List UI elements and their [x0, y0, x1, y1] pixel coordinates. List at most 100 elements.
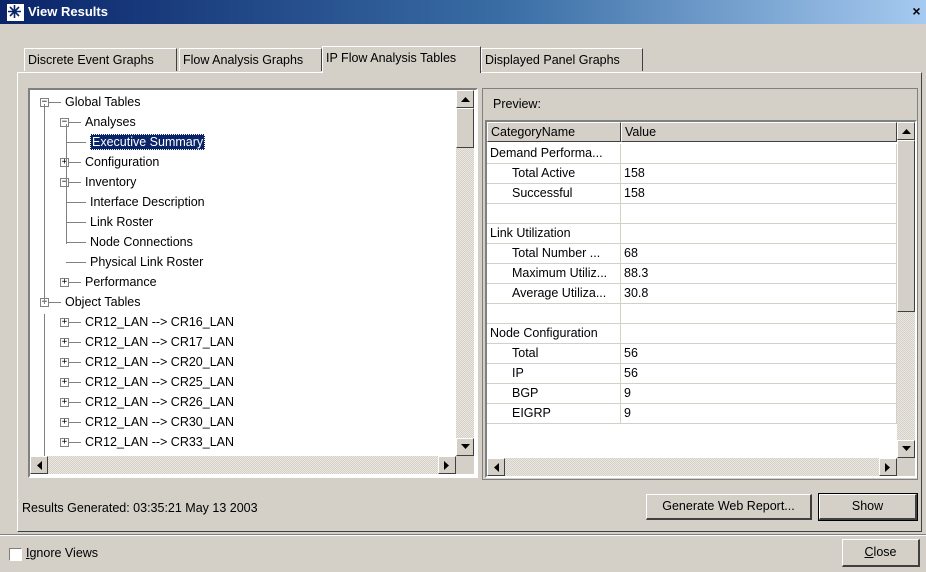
- preview-scroll-thumb[interactable]: [897, 140, 915, 312]
- table-cell-value[interactable]: 158: [621, 184, 897, 204]
- table-cell-category[interactable]: [487, 204, 621, 224]
- tree-scroll-thumb[interactable]: [456, 108, 474, 148]
- tree-item[interactable]: CR12_LAN --> CR25_LAN: [85, 374, 234, 390]
- table-cell-value[interactable]: [621, 204, 897, 224]
- scroll-right-arrow-icon[interactable]: [438, 456, 456, 474]
- table-cell-value[interactable]: [621, 144, 897, 164]
- preview-vertical-scrollbar[interactable]: [897, 122, 915, 458]
- tree-item-selected[interactable]: Executive Summary: [90, 134, 206, 150]
- tree-item[interactable]: CR12_LAN --> CR30_LAN: [85, 414, 234, 430]
- table-cell-category[interactable]: IP: [487, 364, 621, 384]
- tree-view[interactable]: − Global Tables − Analyses Executive Summary…: [28, 88, 478, 478]
- table-cell-value[interactable]: 9: [621, 384, 897, 404]
- table-cell-category[interactable]: EIGRP: [487, 404, 621, 424]
- tree-expander-icon[interactable]: +: [60, 358, 69, 367]
- scroll-left-arrow-icon[interactable]: [487, 458, 505, 476]
- tree-expander-glyph: +: [61, 397, 68, 407]
- tree-item[interactable]: CR12_LAN --> CR16_LAN: [85, 314, 234, 330]
- table-cell-value[interactable]: 9: [621, 404, 897, 424]
- tree-item[interactable]: Global Tables: [65, 94, 141, 110]
- scroll-down-arrow-icon[interactable]: [456, 438, 474, 456]
- tree-item[interactable]: Interface Description: [90, 194, 205, 210]
- table-cell-value[interactable]: 68: [621, 244, 897, 264]
- column-header-value[interactable]: Value: [621, 122, 897, 142]
- tab-ip-flow-analysis-tables[interactable]: IP Flow Analysis Tables: [322, 46, 481, 73]
- tree-horizontal-scrollbar[interactable]: [30, 456, 456, 474]
- table-cell-value[interactable]: 158: [621, 164, 897, 184]
- tree-connector: [69, 362, 81, 363]
- preview-horizontal-scrollbar[interactable]: [487, 458, 897, 476]
- tree-item[interactable]: Inventory: [85, 174, 136, 190]
- close-accel: C: [864, 545, 874, 559]
- scroll-down-arrow-icon[interactable]: [897, 440, 915, 458]
- table-cell-category[interactable]: Successful: [487, 184, 621, 204]
- tree-item[interactable]: Link Roster: [90, 214, 153, 230]
- table-cell-value[interactable]: [621, 224, 897, 244]
- tree-item[interactable]: Analyses: [85, 114, 136, 130]
- close-button[interactable]: Close: [842, 539, 920, 567]
- scroll-up-arrow-icon[interactable]: [897, 122, 915, 140]
- table-cell-category[interactable]: Total Active: [487, 164, 621, 184]
- tab-discrete-event-graphs[interactable]: Discrete Event Graphs: [24, 48, 177, 71]
- tree-expander-icon[interactable]: +: [60, 158, 69, 167]
- table-cell-category[interactable]: [487, 304, 621, 324]
- table-cell-category[interactable]: Total Number ...: [487, 244, 621, 264]
- table-cell-category[interactable]: Maximum Utiliz...: [487, 264, 621, 284]
- scroll-up-arrow-icon[interactable]: [456, 90, 474, 108]
- tree-item[interactable]: Performance: [85, 274, 157, 290]
- tree-expander-icon[interactable]: +: [60, 438, 69, 447]
- tree-expander-icon[interactable]: +: [60, 278, 69, 287]
- tree-expander-icon[interactable]: +: [60, 398, 69, 407]
- tree-vertical-scrollbar[interactable]: [456, 90, 474, 456]
- table-cell-category[interactable]: BGP: [487, 384, 621, 404]
- tree-item[interactable]: Configuration: [85, 154, 159, 170]
- tree-expander-glyph: +: [61, 337, 68, 347]
- table-cell-value[interactable]: 56: [621, 364, 897, 384]
- tree-connector: [49, 102, 61, 103]
- tree-item[interactable]: CR12_LAN --> CR26_LAN: [85, 394, 234, 410]
- ignore-views-label[interactable]: Ignore Views: [26, 546, 98, 560]
- tree-item[interactable]: CR12_LAN --> CR17_LAN: [85, 334, 234, 350]
- tree-connector: [69, 422, 81, 423]
- tree-item[interactable]: CR12_LAN --> CR33_LAN: [85, 434, 234, 450]
- tree-connector: [69, 442, 81, 443]
- table-cell-category[interactable]: Total: [487, 344, 621, 364]
- tree-expander-icon[interactable]: +: [60, 378, 69, 387]
- show-button[interactable]: Show: [818, 493, 918, 521]
- tree-item[interactable]: CR12_LAN --> CR20_LAN: [85, 354, 234, 370]
- table-cell-value[interactable]: [621, 304, 897, 324]
- scroll-left-arrow-icon[interactable]: [30, 456, 48, 474]
- tree-connector: [49, 302, 61, 303]
- tree-item[interactable]: Object Tables: [65, 294, 141, 310]
- table-cell-category[interactable]: Demand Performa...: [487, 144, 621, 164]
- column-header-categoryname[interactable]: CategoryName: [487, 122, 621, 142]
- close-icon[interactable]: ×: [907, 2, 926, 20]
- tree-connector: [69, 322, 81, 323]
- table-cell-category[interactable]: Node Configuration: [487, 324, 621, 344]
- tree-connector: [69, 182, 81, 183]
- table-cell-value[interactable]: 88.3: [621, 264, 897, 284]
- tree-item[interactable]: Physical Link Roster: [90, 254, 203, 270]
- preview-table[interactable]: CategoryName Value Demand Performa... Tot…: [485, 120, 917, 478]
- tree-expander-icon[interactable]: −: [60, 118, 69, 127]
- table-cell-category[interactable]: Average Utiliza...: [487, 284, 621, 304]
- generate-web-report-button[interactable]: Generate Web Report...: [646, 494, 812, 520]
- scroll-right-arrow-icon[interactable]: [879, 458, 897, 476]
- close-rest: lose: [873, 545, 897, 559]
- ignore-views-rest: gnore Views: [29, 546, 99, 560]
- ignore-views-checkbox[interactable]: [9, 548, 22, 561]
- tree-connector: [66, 242, 86, 243]
- tree-item[interactable]: Node Connections: [90, 234, 193, 250]
- tab-flow-analysis-graphs[interactable]: Flow Analysis Graphs: [179, 48, 322, 71]
- tab-displayed-panel-graphs[interactable]: Displayed Panel Graphs: [481, 48, 643, 71]
- tree-expander-icon[interactable]: +: [60, 318, 69, 327]
- table-cell-value[interactable]: 56: [621, 344, 897, 364]
- table-cell-category[interactable]: Link Utilization: [487, 224, 621, 244]
- tree-expander-glyph: +: [61, 417, 68, 427]
- table-cell-value[interactable]: [621, 324, 897, 344]
- tree-expander-icon[interactable]: +: [60, 418, 69, 427]
- tree-expander-icon[interactable]: −: [60, 178, 69, 187]
- tree-connector: [66, 202, 86, 203]
- tree-expander-icon[interactable]: +: [60, 338, 69, 347]
- table-cell-value[interactable]: 30.8: [621, 284, 897, 304]
